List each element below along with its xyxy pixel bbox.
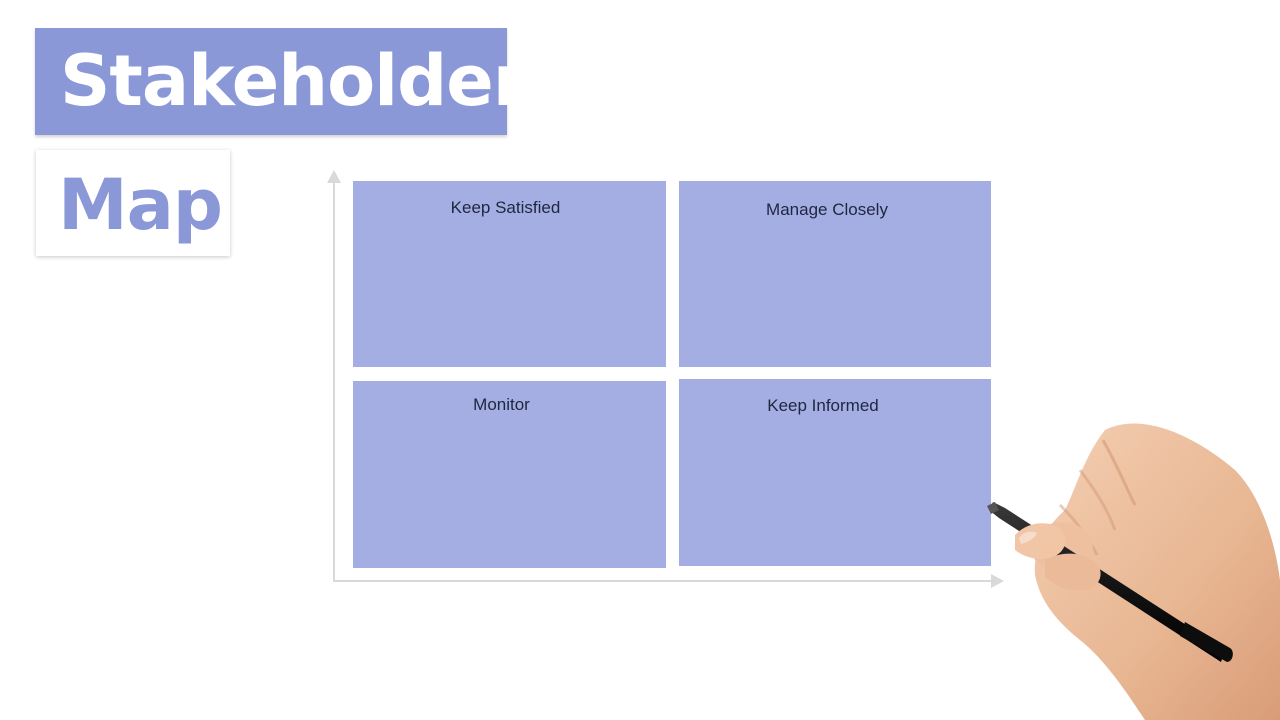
quadrant-label: Monitor [473,395,530,414]
quadrant-label: Keep Informed [767,396,879,415]
quadrant-manage-closely: Manage Closely [679,181,991,367]
quadrant-keep-informed: Keep Informed [679,379,991,566]
quadrant-keep-satisfied: Keep Satisfied [353,181,666,367]
quadrant-monitor: Monitor [353,381,666,568]
y-axis-arrow-icon [327,170,341,183]
quadrant-label: Keep Satisfied [450,198,561,217]
slide: Stakeholder Map Keep Satisfied Manage Cl… [0,0,1280,720]
hand-with-marker-icon [987,423,1280,720]
quadrant-label: Manage Closely [766,200,888,219]
